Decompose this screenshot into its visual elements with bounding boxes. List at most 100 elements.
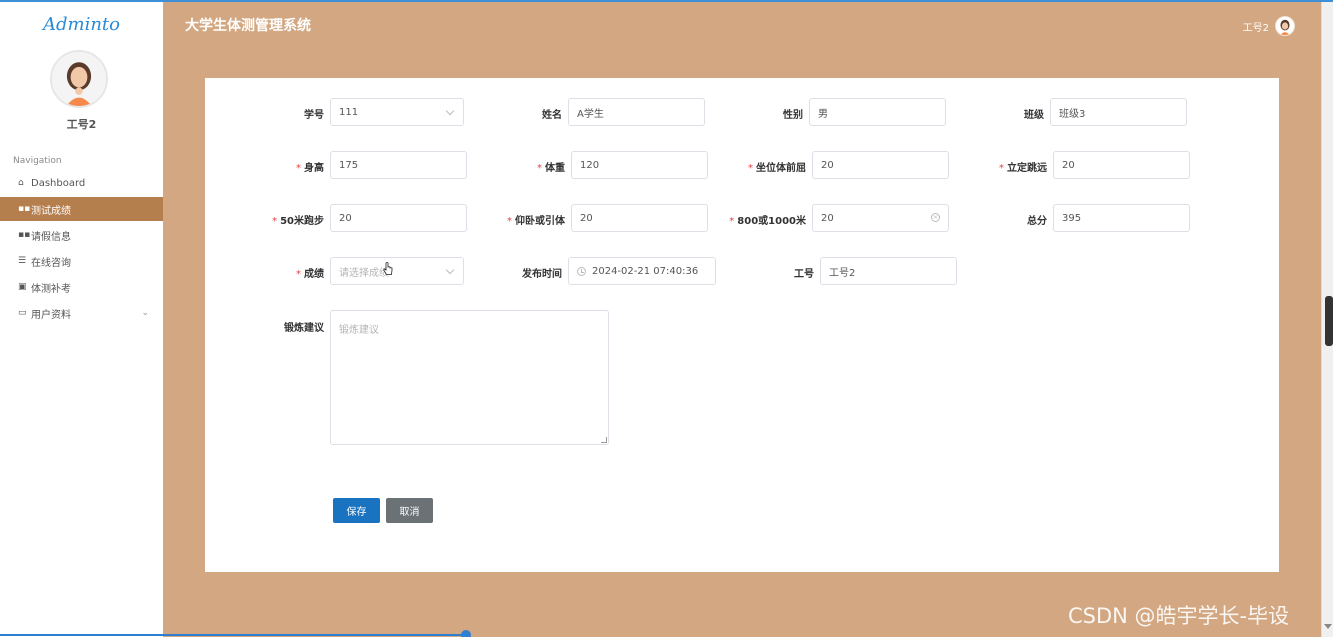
sidebar: Adminto 工号2 Navigation ⌂ Dashboard ▪▪ 测试… — [0, 2, 163, 637]
chevron-down-icon — [445, 265, 455, 275]
situps-input[interactable]: 20 — [571, 204, 708, 232]
chevron-down-icon — [445, 106, 455, 116]
grade-placeholder: 请选择成绩 — [339, 267, 389, 279]
clock-icon — [577, 266, 586, 276]
hand-cursor-icon — [383, 262, 393, 275]
progress-line — [0, 634, 470, 636]
staff-id-label: 工号 — [794, 269, 814, 280]
grid-icon: ▪▪ — [18, 204, 31, 214]
weight-value: 120 — [580, 159, 600, 171]
name-value: A学生 — [577, 108, 604, 120]
student-id-value: 111 — [339, 106, 359, 118]
sidebar-item-label: 请假信息 — [31, 231, 71, 243]
sidebar-item-test-scores[interactable]: ▪▪ 测试成绩 — [0, 197, 163, 221]
sidebar-item-user-profile[interactable]: ▭ 用户资料 ⌄ — [0, 301, 163, 325]
window-icon: ▭ — [18, 308, 27, 318]
long-run-value: 20 — [821, 212, 834, 224]
gender-label: 性别 — [783, 110, 803, 121]
form-card: 学号 111 姓名 A学生 性别 男 班级 班级3 * 身高 175 * 体重 12… — [205, 78, 1279, 572]
run50-label: * 50米跑步 — [272, 216, 324, 227]
total-input[interactable]: 395 — [1053, 204, 1190, 232]
gender-input[interactable]: 男 — [809, 98, 946, 126]
home-icon: ⌂ — [18, 178, 24, 188]
sidebar-avatar — [50, 50, 108, 108]
class-label: 班级 — [1024, 110, 1044, 121]
sit-reach-value: 20 — [821, 159, 834, 171]
required-mark: * — [748, 163, 753, 174]
chevron-down-icon: ⌄ — [141, 308, 149, 318]
sidebar-username: 工号2 — [66, 118, 97, 131]
height-input[interactable]: 175 — [330, 151, 467, 179]
run50-value: 20 — [339, 212, 352, 224]
clear-icon[interactable]: × — [931, 213, 940, 222]
publish-time-label: 发布时间 — [522, 269, 562, 280]
weight-input[interactable]: 120 — [571, 151, 708, 179]
total-label: 总分 — [1027, 216, 1047, 227]
header-username: 工号2 — [1242, 22, 1269, 34]
total-value: 395 — [1062, 212, 1082, 224]
gender-value: 男 — [818, 108, 828, 120]
logo[interactable]: Adminto — [0, 14, 163, 35]
save-button[interactable]: 保存 — [333, 498, 380, 523]
sit-reach-label: * 坐位体前屈 — [748, 163, 806, 174]
resize-handle[interactable] — [601, 437, 607, 443]
advice-placeholder: 锻炼建议 — [339, 325, 379, 336]
required-mark: * — [296, 163, 301, 174]
grid-icon: ▪▪ — [18, 230, 31, 240]
header-avatar[interactable] — [1275, 16, 1295, 36]
sidebar-item-dashboard[interactable]: ⌂ Dashboard — [0, 171, 163, 195]
sidebar-item-leave-info[interactable]: ▪▪ 请假信息 — [0, 223, 163, 247]
weight-label: * 体重 — [537, 163, 565, 174]
page-scrollbar[interactable] — [1321, 2, 1333, 637]
height-label: * 身高 — [296, 163, 324, 174]
nav-heading: Navigation — [13, 156, 62, 166]
height-value: 175 — [339, 159, 359, 171]
class-input[interactable]: 班级3 — [1050, 98, 1187, 126]
grade-select[interactable]: 请选择成绩 — [330, 257, 464, 285]
sidebar-item-label: 用户资料 — [31, 309, 71, 321]
required-mark: * — [272, 216, 278, 227]
name-input[interactable]: A学生 — [568, 98, 705, 126]
clipboard-icon: ▣ — [18, 282, 27, 292]
staff-id-input[interactable]: 工号2 — [820, 257, 957, 285]
student-id-select[interactable]: 111 — [330, 98, 464, 126]
advice-label: 锻炼建议 — [284, 323, 324, 334]
class-value: 班级3 — [1059, 108, 1086, 120]
advice-textarea[interactable]: 锻炼建议 — [330, 310, 609, 445]
long-run-label: * 800或1000米 — [729, 216, 806, 227]
long-jump-input[interactable]: 20 — [1053, 151, 1190, 179]
publish-time-picker[interactable]: 2024-02-21 07:40:36 — [568, 257, 716, 285]
scrollbar-thumb[interactable] — [1325, 296, 1333, 346]
sidebar-item-makeup-test[interactable]: ▣ 体测补考 — [0, 275, 163, 299]
sidebar-item-label: Dashboard — [31, 177, 86, 189]
progress-dot — [461, 630, 471, 637]
required-mark: * — [999, 163, 1004, 174]
sidebar-item-label: 测试成绩 — [31, 205, 71, 217]
situps-value: 20 — [580, 212, 593, 224]
long-jump-label: * 立定跳远 — [999, 163, 1047, 174]
publish-time-value: 2024-02-21 07:40:36 — [592, 265, 699, 277]
name-label: 姓名 — [542, 110, 562, 121]
cancel-button[interactable]: 取消 — [386, 498, 433, 523]
header-user-menu[interactable]: 工号2 — [1243, 16, 1295, 36]
grade-label: * 成绩 — [296, 269, 324, 280]
list-icon: ☰ — [18, 256, 27, 266]
scroll-down-arrow-icon[interactable] — [1324, 624, 1332, 629]
top-border — [0, 0, 1333, 2]
required-mark: * — [729, 216, 735, 227]
staff-id-value: 工号2 — [829, 267, 856, 279]
required-mark: * — [296, 269, 301, 280]
sit-reach-input[interactable]: 20 — [812, 151, 949, 179]
watermark: CSDN @皓宇学长-毕设 — [1068, 604, 1290, 628]
sidebar-item-label: 在线咨询 — [31, 257, 71, 269]
sidebar-item-label: 体测补考 — [31, 283, 71, 295]
required-mark: * — [537, 163, 542, 174]
sidebar-item-online-consult[interactable]: ☰ 在线咨询 — [0, 249, 163, 273]
student-id-label: 学号 — [304, 110, 324, 121]
page-title: 大学生体测管理系统 — [185, 18, 311, 34]
run50-input[interactable]: 20 — [330, 204, 467, 232]
situps-label: * 仰卧或引体 — [507, 216, 565, 227]
long-run-input[interactable]: 20 × — [812, 204, 949, 232]
required-mark: * — [507, 216, 512, 227]
long-jump-value: 20 — [1062, 159, 1075, 171]
